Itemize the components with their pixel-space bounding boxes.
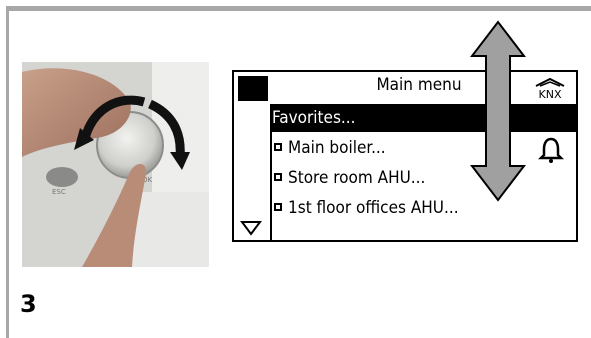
bullet-icon xyxy=(274,173,282,181)
menu-item-main-boiler[interactable]: Main boiler... xyxy=(270,134,386,162)
knx-logo-icon: KNX xyxy=(535,77,565,100)
menu-item-label: Favorites... xyxy=(272,108,356,128)
menu-item-favorites[interactable]: Favorites... xyxy=(270,104,576,132)
figure-number: 3 xyxy=(20,290,37,318)
menu-item-label: Main boiler... xyxy=(288,138,386,158)
frame-top-border xyxy=(6,6,591,11)
up-down-arrow-icon xyxy=(470,20,526,202)
photo-esc-label: ESC xyxy=(52,188,66,196)
menu-item-label: Store room AHU... xyxy=(288,168,426,188)
menu-item-1st-floor-offices-ahu[interactable]: 1st floor offices AHU... xyxy=(270,194,459,222)
svg-text:KNX: KNX xyxy=(539,88,562,100)
lcd-display: Main menu KNX Favorites... Main boiler..… xyxy=(232,70,578,242)
status-block xyxy=(238,76,268,101)
knob-photo: ESC OK xyxy=(22,62,209,267)
frame-left-border xyxy=(6,6,9,338)
bell-icon xyxy=(537,137,565,163)
menu-item-label: 1st floor offices AHU... xyxy=(288,198,459,218)
menu-item-store-room-ahu[interactable]: Store room AHU... xyxy=(270,164,425,192)
bullet-icon xyxy=(274,143,282,151)
scroll-down-triangle-icon xyxy=(240,221,262,236)
bullet-icon xyxy=(274,203,282,211)
